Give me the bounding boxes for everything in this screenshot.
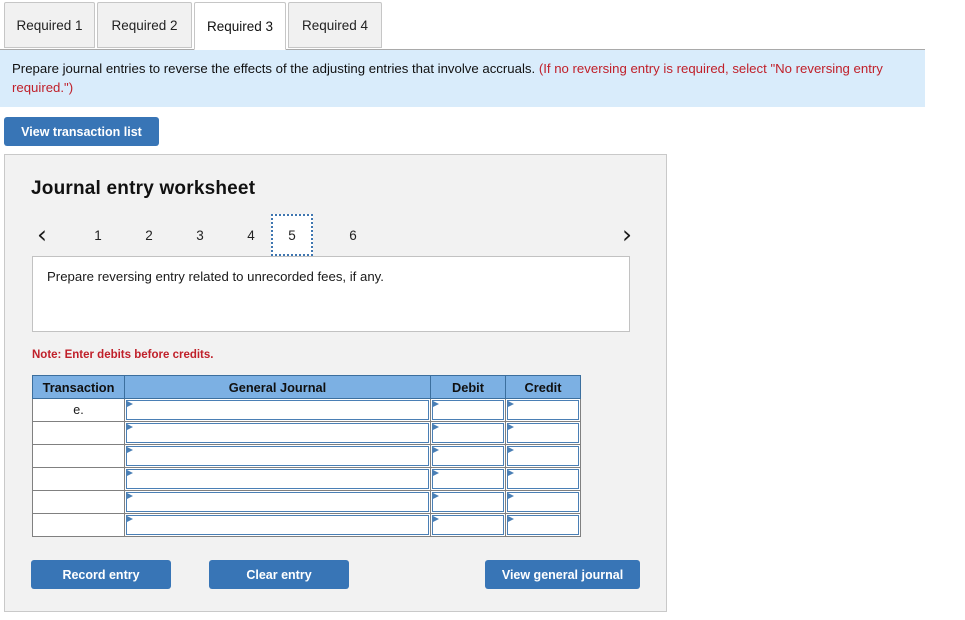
table-row <box>32 513 581 537</box>
clear-entry-button[interactable]: Clear entry <box>209 560 349 589</box>
journal-entry-worksheet-panel: Journal entry worksheet ‹ 1 2 3 4 5 6 › … <box>4 154 667 612</box>
credit-cell[interactable] <box>505 513 581 537</box>
table-row: e. <box>32 398 581 422</box>
tab-required-2[interactable]: Required 2 <box>97 2 192 48</box>
general-journal-cell[interactable] <box>124 398 431 422</box>
journal-entry-table-body: e. <box>32 398 581 537</box>
tab-required-1[interactable]: Required 1 <box>4 2 95 48</box>
tab-label: Required 1 <box>16 17 83 33</box>
credit-input[interactable] <box>507 423 579 443</box>
tab-label: Required 4 <box>301 17 369 33</box>
prompt-text: Prepare reversing entry related to unrec… <box>47 269 384 284</box>
debit-cell[interactable] <box>430 421 506 445</box>
debit-input[interactable] <box>432 492 504 512</box>
general-journal-cell[interactable] <box>124 490 431 514</box>
credit-cell[interactable] <box>505 467 581 491</box>
required-tabs: Required 1 Required 2 Required 3 Require… <box>0 0 965 51</box>
credit-cell[interactable] <box>505 490 581 514</box>
debit-input[interactable] <box>432 446 504 466</box>
table-row <box>32 421 581 445</box>
debit-input[interactable] <box>432 515 504 535</box>
table-row <box>32 467 581 491</box>
pager-page-3[interactable]: 3 <box>179 214 221 256</box>
general-journal-input[interactable] <box>126 423 429 443</box>
credit-input[interactable] <box>507 515 579 535</box>
table-row <box>32 444 581 468</box>
general-journal-cell[interactable] <box>124 513 431 537</box>
column-header-debit: Debit <box>430 375 506 399</box>
chevron-left-icon[interactable]: ‹ <box>27 217 57 251</box>
transaction-cell <box>32 513 125 537</box>
page-title: Journal entry worksheet <box>31 178 256 199</box>
column-header-general-journal: General Journal <box>124 375 431 399</box>
debit-input[interactable] <box>432 423 504 443</box>
credit-cell[interactable] <box>505 398 581 422</box>
pager-page-6[interactable]: 6 <box>332 214 374 256</box>
column-header-transaction: Transaction <box>32 375 125 399</box>
debits-before-credits-note: Note: Enter debits before credits. <box>32 349 214 361</box>
tab-label: Required 3 <box>206 18 274 34</box>
credit-input[interactable] <box>507 469 579 489</box>
credit-input[interactable] <box>507 446 579 466</box>
credit-cell[interactable] <box>505 444 581 468</box>
record-entry-button[interactable]: Record entry <box>31 560 171 589</box>
pager-page-1[interactable]: 1 <box>77 214 119 256</box>
debit-input[interactable] <box>432 400 504 420</box>
transaction-cell: e. <box>32 398 125 422</box>
worksheet-pager: ‹ 1 2 3 4 5 6 › <box>27 213 647 257</box>
transaction-cell <box>32 467 125 491</box>
debit-cell[interactable] <box>430 444 506 468</box>
general-journal-input[interactable] <box>126 492 429 512</box>
general-journal-input[interactable] <box>126 515 429 535</box>
debit-input[interactable] <box>432 469 504 489</box>
general-journal-input[interactable] <box>126 400 429 420</box>
general-journal-input[interactable] <box>126 469 429 489</box>
debit-cell[interactable] <box>430 398 506 422</box>
pager-page-4[interactable]: 4 <box>230 214 272 256</box>
tab-required-4[interactable]: Required 4 <box>288 2 382 48</box>
credit-input[interactable] <box>507 492 579 512</box>
tab-label: Required 2 <box>111 17 178 33</box>
column-header-credit: Credit <box>505 375 581 399</box>
general-journal-cell[interactable] <box>124 467 431 491</box>
debit-cell[interactable] <box>430 490 506 514</box>
tab-required-3[interactable]: Required 3 <box>194 2 286 50</box>
instruction-banner: Prepare journal entries to reverse the e… <box>0 50 925 107</box>
table-row <box>32 490 581 514</box>
transaction-cell <box>32 444 125 468</box>
general-journal-cell[interactable] <box>124 421 431 445</box>
debit-cell[interactable] <box>430 467 506 491</box>
instruction-text: Prepare journal entries to reverse the e… <box>12 61 536 76</box>
general-journal-cell[interactable] <box>124 444 431 468</box>
worksheet-prompt: Prepare reversing entry related to unrec… <box>32 256 630 332</box>
chevron-right-icon[interactable]: › <box>612 217 642 251</box>
view-general-journal-button[interactable]: View general journal <box>485 560 640 589</box>
pager-page-5[interactable]: 5 <box>271 214 313 256</box>
debit-cell[interactable] <box>430 513 506 537</box>
table-header-row: Transaction General Journal Debit Credit <box>32 375 581 399</box>
transaction-cell <box>32 421 125 445</box>
pager-page-2[interactable]: 2 <box>128 214 170 256</box>
journal-entry-table: Transaction General Journal Debit Credit… <box>32 375 581 537</box>
credit-cell[interactable] <box>505 421 581 445</box>
credit-input[interactable] <box>507 400 579 420</box>
transaction-cell <box>32 490 125 514</box>
view-transaction-list-button[interactable]: View transaction list <box>4 117 159 146</box>
general-journal-input[interactable] <box>126 446 429 466</box>
